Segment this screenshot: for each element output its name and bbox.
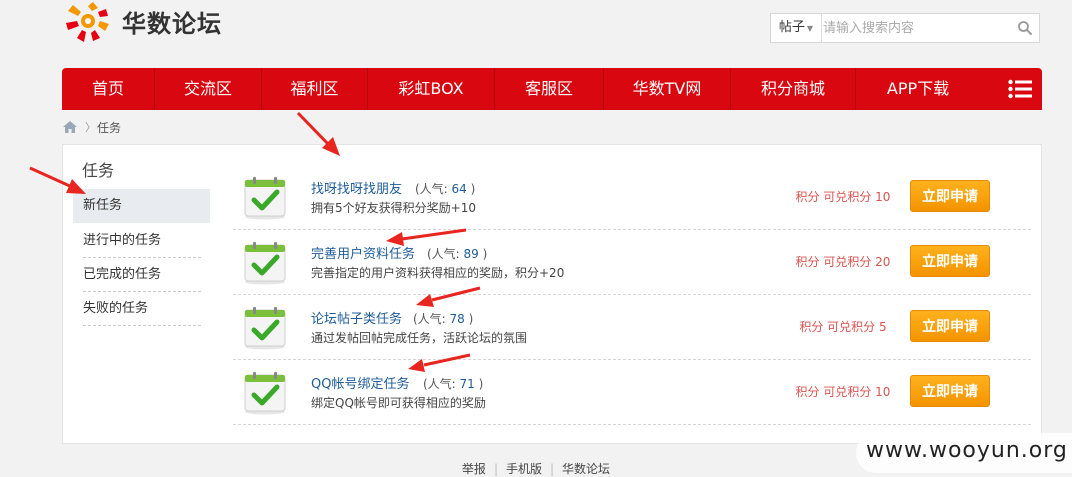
task-check-icon [244, 242, 286, 285]
sidebar-item-failed[interactable]: 失败的任务 [73, 292, 210, 326]
task-reward: 积分 可兑积分 5 [799, 320, 887, 334]
popularity-end: ) [464, 312, 474, 326]
task-description: 完善指定的用户资料获得相应的奖励，积分+20 [311, 266, 565, 280]
sidebar-item-in-progress[interactable]: 进行中的任务 [73, 224, 210, 258]
task-reward: 积分 可兑积分 10 [795, 385, 891, 399]
task-row: 找呀找呀找朋友 (人气: 64 ) 拥有5个好友获得积分奖励+10 积分 可兑积… [233, 165, 1031, 230]
site-name[interactable]: 华数论坛 [122, 4, 222, 39]
nav-item-service[interactable]: 客服区 [495, 68, 603, 110]
apply-button[interactable]: 立即申请 [910, 375, 990, 407]
popularity-value: 78 [449, 312, 465, 326]
task-title-link[interactable]: 完善用户资料任务 [311, 243, 415, 262]
nav-item-welfare[interactable]: 福利区 [262, 68, 367, 110]
popularity-end: ) [474, 377, 484, 391]
footer-link-report[interactable]: 举报 [462, 462, 486, 476]
popularity-value: 64 [451, 182, 467, 196]
search-type-select[interactable]: 帖子 ▼ [771, 14, 822, 42]
footer-divider: | [550, 462, 555, 476]
search-input[interactable] [823, 14, 1013, 42]
home-icon[interactable] [63, 121, 77, 133]
nav-item-exchange[interactable]: 交流区 [155, 68, 261, 110]
sidebar-title: 任务 [82, 161, 115, 180]
popularity-label: (人气: [423, 377, 460, 391]
task-popularity: (人气: 89 ) [427, 245, 487, 262]
nav-item-app-download[interactable]: APP下载 [856, 68, 980, 110]
task-panel: 任务 新任务 进行中的任务 已完成的任务 失败的任务 找呀找呀找朋友 (人气: … [62, 144, 1042, 444]
task-description: 绑定QQ帐号即可获得相应的奖励 [311, 396, 486, 410]
popularity-value: 71 [459, 377, 475, 391]
task-title-link[interactable]: QQ帐号绑定任务 [311, 373, 409, 392]
task-check-icon [244, 177, 286, 220]
popularity-value: 89 [463, 247, 479, 261]
search-bar: 帖子 ▼ [770, 13, 1040, 43]
search-icon[interactable] [1017, 20, 1033, 36]
menu-list-icon[interactable] [1008, 79, 1032, 99]
nav-item-rainbow-box[interactable]: 彩虹BOX [368, 68, 494, 110]
chevron-down-icon: ▼ [806, 24, 814, 33]
search-type-label: 帖子 [778, 20, 805, 35]
apply-button[interactable]: 立即申请 [910, 310, 990, 342]
popularity-label: (人气: [427, 247, 464, 261]
main-nav: 首页 交流区 福利区 彩虹BOX 客服区 华数TV网 积分商城 APP下载 [62, 68, 1042, 110]
task-check-icon [244, 307, 286, 350]
task-popularity: (人气: 64 ) [415, 180, 475, 197]
footer-link-forum[interactable]: 华数论坛 [562, 462, 610, 476]
apply-button[interactable]: 立即申请 [910, 245, 990, 277]
task-reward: 积分 可兑积分 20 [795, 255, 891, 269]
nav-item-tv[interactable]: 华数TV网 [604, 68, 730, 110]
task-row: 完善用户资料任务 (人气: 89 ) 完善指定的用户资料获得相应的奖励，积分+2… [233, 230, 1031, 295]
breadcrumb-separator: 〉 [85, 121, 96, 134]
task-check-icon [244, 372, 286, 415]
popularity-end: ) [466, 182, 476, 196]
sidebar-item-new-tasks[interactable]: 新任务 [73, 189, 210, 223]
popularity-end: ) [478, 247, 488, 261]
apply-button[interactable]: 立即申请 [910, 180, 990, 212]
footer-link-mobile[interactable]: 手机版 [506, 462, 542, 476]
popularity-label: (人气: [413, 312, 450, 326]
popularity-label: (人气: [415, 182, 452, 196]
task-description: 拥有5个好友获得积分奖励+10 [311, 201, 476, 215]
footer-divider: | [493, 462, 498, 476]
task-title-link[interactable]: 论坛帖子类任务 [311, 308, 402, 327]
breadcrumb-current: 任务 [97, 121, 122, 135]
sidebar-divider [83, 325, 201, 326]
task-description: 通过发帖回帖完成任务，活跃论坛的氛围 [311, 331, 528, 345]
sidebar-item-completed[interactable]: 已完成的任务 [73, 258, 210, 292]
nav-item-home[interactable]: 首页 [62, 68, 154, 110]
site-logo-icon[interactable] [62, 0, 114, 50]
task-reward: 积分 可兑积分 10 [795, 190, 891, 204]
watermark: www.wooyun.org [856, 433, 1072, 473]
task-popularity: (人气: 71 ) [423, 375, 483, 392]
task-title-link[interactable]: 找呀找呀找朋友 [311, 178, 402, 197]
task-popularity: (人气: 78 ) [413, 310, 473, 327]
task-row: 论坛帖子类任务 (人气: 78 ) 通过发帖回帖完成任务，活跃论坛的氛围 积分 … [233, 295, 1031, 360]
watermark-text: www.wooyun.org [866, 438, 1068, 463]
task-row: QQ帐号绑定任务 (人气: 71 ) 绑定QQ帐号即可获得相应的奖励 积分 可兑… [233, 360, 1031, 425]
nav-item-points-mall[interactable]: 积分商城 [731, 68, 855, 110]
